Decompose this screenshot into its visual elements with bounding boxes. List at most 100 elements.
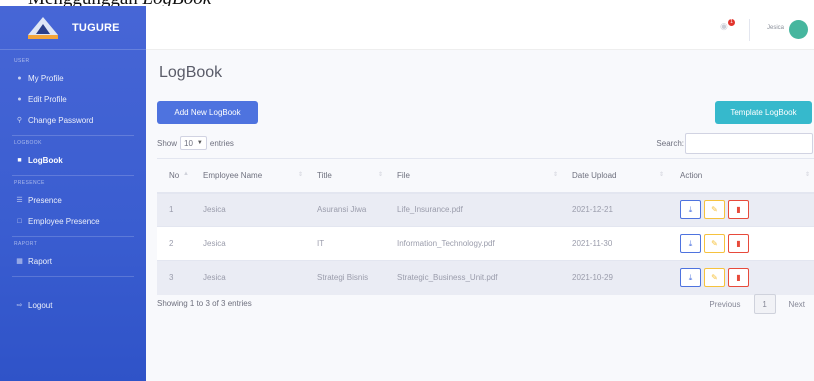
entries-label: entries [209, 138, 234, 148]
sort-icon: ⇕ [377, 172, 383, 178]
header-title[interactable]: Title ⇕ [307, 158, 387, 194]
table-row: 2 Jesica IT Information_Technology.pdf 2… [157, 226, 814, 261]
header-label: Action [680, 170, 703, 180]
user-icon: ● [17, 75, 22, 82]
cell-no: 1 [157, 192, 193, 227]
cell-no: 2 [157, 226, 193, 261]
download-button[interactable]: ⤓ [680, 268, 701, 288]
sidebar-item-employee-presence[interactable]: □ Employee Presence [0, 211, 146, 232]
sort-icon: ⇕ [804, 172, 810, 178]
pagination: Previous 1 Next [702, 294, 812, 314]
edit-icon: ✎ [711, 239, 718, 248]
entries-select[interactable]: 10 ▼ [180, 136, 207, 150]
sidebar-item-label: Edit Profile [28, 95, 67, 104]
sidebar-item-label: Employee Presence [28, 217, 100, 226]
cell-date-upload: 2021-10-29 [562, 260, 668, 295]
cell-employee-name: Jesica [193, 260, 307, 295]
cell-file: Information_Technology.pdf [387, 226, 562, 261]
next-button[interactable]: Next [782, 294, 812, 314]
table-header-row: No ▲ Employee Name ⇕ Title ⇕ File ⇕ Date Upl… [157, 158, 814, 194]
calendar-icon: □ [17, 218, 22, 225]
main-content: LogBook Add New LogBook Template LogBook… [146, 50, 814, 381]
trash-icon: ▮ [736, 273, 741, 283]
previous-button[interactable]: Previous [702, 294, 747, 314]
book-icon: ■ [17, 157, 22, 164]
list-icon: ☰ [16, 197, 23, 204]
cell-no: 3 [157, 260, 193, 295]
alert-badge: 1 [728, 19, 735, 26]
download-icon: ⤓ [688, 272, 693, 282]
sidebar-item-logbook[interactable]: ■ LogBook [0, 150, 146, 171]
sidebar-item-label: Change Password [28, 116, 94, 125]
header-action[interactable]: Action ⇕ [668, 158, 814, 194]
header-label: Title [317, 170, 332, 180]
sidebar-item-presence[interactable]: ☰ Presence [0, 190, 146, 211]
search-label: Search: [656, 139, 684, 148]
delete-button[interactable]: ▮ [728, 234, 749, 253]
sidebar-item-label: My Profile [28, 74, 64, 83]
download-icon: ⤓ [688, 204, 693, 214]
delete-button[interactable]: ▮ [728, 200, 749, 220]
sort-icon: ⇕ [552, 172, 558, 178]
chart-icon: ▦ [16, 258, 23, 265]
delete-button[interactable]: ▮ [728, 268, 749, 288]
key-icon: ⚲ [16, 117, 23, 124]
edit-icon: ✎ [711, 273, 718, 283]
entries-value: 10 [184, 138, 193, 148]
cell-action: ⤓ ✎ ▮ [668, 226, 814, 261]
table-row: 1 Jesica Asuransi Jiwa Life_Insurance.pd… [157, 192, 814, 227]
page-1-button[interactable]: 1 [753, 294, 776, 314]
template-logbook-button[interactable]: Template LogBook [715, 101, 812, 124]
header-employee-name[interactable]: Employee Name ⇕ [193, 158, 307, 194]
sidebar-item-edit-profile[interactable]: ● Edit Profile [0, 89, 146, 110]
edit-button[interactable]: ✎ [704, 234, 725, 253]
divider [12, 236, 134, 237]
edit-button[interactable]: ✎ [704, 268, 725, 288]
cell-title: IT [307, 226, 387, 261]
cell-title: Strategi Bisnis [307, 260, 387, 295]
header-date-upload[interactable]: Date Upload ⇕ [562, 158, 668, 194]
user-name[interactable]: Jesica [767, 25, 784, 31]
logout-icon: ⇨ [16, 302, 23, 309]
sidebar-item-my-profile[interactable]: ● My Profile [0, 68, 146, 89]
cell-file: Strategic_Business_Unit.pdf [387, 260, 562, 295]
trash-icon: ▮ [736, 205, 741, 215]
divider [12, 276, 134, 277]
sort-asc-icon: ▲ [183, 171, 189, 177]
table-info: Showing 1 to 3 of 3 entries [157, 299, 252, 308]
logbook-table: No ▲ Employee Name ⇕ Title ⇕ File ⇕ Date Upl… [157, 158, 814, 295]
sidebar-item-label: Logout [28, 301, 53, 310]
sidebar-item-raport[interactable]: ▦ Raport [0, 251, 146, 272]
brand-name: TUGURE [72, 21, 120, 34]
table-row: 3 Jesica Strategi Bisnis Strategic_Busin… [157, 260, 814, 295]
download-button[interactable]: ⤓ [680, 234, 701, 253]
edit-button[interactable]: ✎ [704, 200, 725, 220]
divider [12, 175, 134, 176]
cell-action: ⤓ ✎ ▮ [668, 192, 814, 227]
avatar[interactable] [789, 20, 808, 39]
sidebar-item-label: Presence [28, 196, 62, 205]
sidebar-item-label: LogBook [28, 156, 63, 165]
header-label: Date Upload [572, 170, 617, 180]
search-input[interactable] [685, 133, 813, 154]
topbar: ◉ 1 Jesica [146, 6, 814, 50]
header-file[interactable]: File ⇕ [387, 158, 562, 194]
brand[interactable]: TUGURE [0, 6, 146, 50]
trash-icon: ▮ [736, 239, 741, 248]
header-label: File [397, 170, 410, 180]
download-button[interactable]: ⤓ [680, 200, 701, 220]
divider [12, 135, 134, 136]
sort-icon: ⇕ [658, 172, 664, 178]
edit-icon: ✎ [711, 205, 718, 215]
sort-icon: ⇕ [297, 172, 303, 178]
header-no[interactable]: No ▲ [157, 158, 193, 194]
user-edit-icon: ● [17, 96, 22, 103]
page-title: LogBook [159, 64, 223, 81]
add-logbook-button[interactable]: Add New LogBook [157, 101, 258, 124]
sidebar-item-label: Raport [28, 257, 53, 266]
header-label: Employee Name [203, 170, 263, 180]
sidebar-item-change-password[interactable]: ⚲ Change Password [0, 110, 146, 131]
sidebar-item-logout[interactable]: ⇨ Logout [0, 295, 146, 316]
cell-date-upload: 2021-12-21 [562, 192, 668, 227]
show-label: Show [157, 138, 178, 148]
